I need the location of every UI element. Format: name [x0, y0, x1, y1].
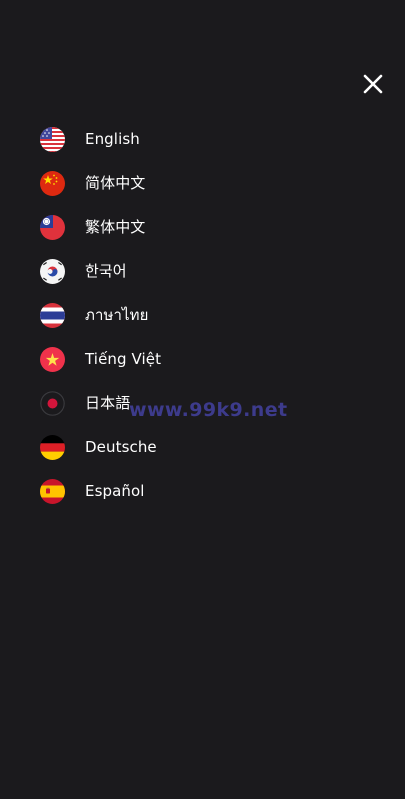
flag-us-icon	[40, 126, 65, 152]
flag-jp-icon	[40, 390, 65, 416]
language-item-simplified-chinese[interactable]: 简体中文	[40, 161, 360, 205]
close-icon	[363, 74, 383, 94]
flag-cn-icon	[40, 170, 65, 196]
language-label: 한국어	[85, 262, 127, 280]
flag-kr-icon	[40, 258, 65, 284]
language-label: 繁体中文	[85, 218, 146, 236]
language-item-korean[interactable]: 한국어	[40, 249, 360, 293]
language-item-vietnamese[interactable]: Tiếng Việt	[40, 337, 360, 381]
language-label: Español	[85, 482, 145, 500]
language-label: Tiếng Việt	[85, 350, 162, 368]
language-item-traditional-chinese[interactable]: 繁体中文	[40, 205, 360, 249]
flag-th-icon	[40, 302, 65, 328]
flag-vn-icon	[40, 346, 65, 372]
close-menu-button[interactable]	[362, 73, 384, 95]
language-item-english[interactable]: English	[40, 117, 360, 161]
language-label: 日本語	[85, 394, 131, 412]
language-list: English 简体中文 繁体中文 한국어 ภาษาไทย Tiếng Việt…	[40, 117, 360, 513]
flag-tw-icon	[40, 214, 65, 240]
watermark-text: www.99k9.net	[129, 399, 288, 421]
language-item-german[interactable]: Deutsche	[40, 425, 360, 469]
language-label: Deutsche	[85, 438, 157, 456]
language-item-spanish[interactable]: Español	[40, 469, 360, 513]
flag-de-icon	[40, 434, 65, 460]
flag-es-icon	[40, 478, 65, 504]
language-label: 简体中文	[85, 174, 146, 192]
language-label: English	[85, 130, 140, 148]
language-item-thai[interactable]: ภาษาไทย	[40, 293, 360, 337]
language-label: ภาษาไทย	[85, 306, 149, 324]
